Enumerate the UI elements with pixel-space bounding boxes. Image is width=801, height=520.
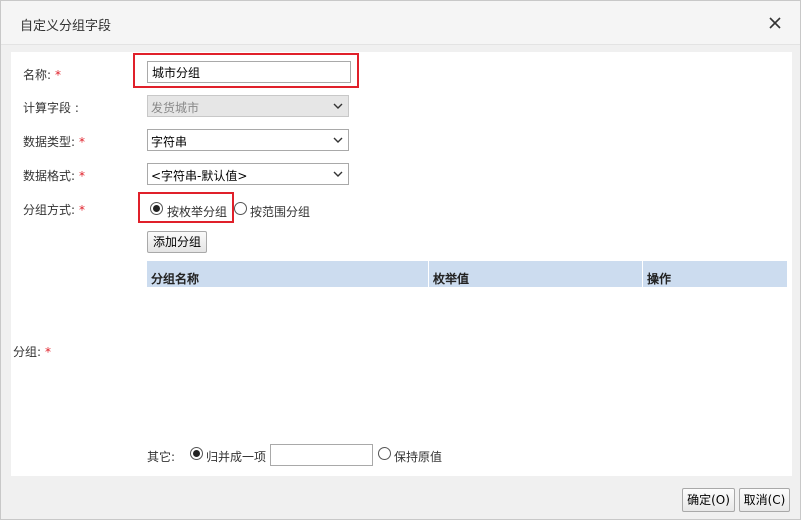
- column-divider: [642, 261, 643, 287]
- ok-button[interactable]: 确定(O): [682, 488, 735, 512]
- radio-range-group-label: 按范围分组: [250, 205, 311, 219]
- merge-name-input[interactable]: [270, 444, 373, 466]
- data-type-label: 数据类型: *: [23, 135, 86, 149]
- other-label: 其它:: [147, 450, 176, 464]
- name-input[interactable]: [147, 61, 351, 83]
- radio-keep-original[interactable]: [378, 447, 391, 460]
- group-table-header: 分组名称 枚举值 操作: [147, 261, 787, 287]
- calc-field-value: 发货城市: [151, 101, 200, 115]
- data-type-value: 字符串: [151, 135, 188, 149]
- radio-merge-one-label: 归并成一项: [206, 450, 267, 464]
- chevron-down-icon: [333, 103, 343, 109]
- custom-group-field-dialog: 自定义分组字段 名称:* 计算字段 : 发货城市 数据类型:* 字符串 数据格式…: [0, 0, 801, 520]
- chevron-down-icon: [333, 137, 343, 143]
- calc-field-label: 计算字段 :: [23, 101, 79, 115]
- calc-field-select: 发货城市: [147, 95, 349, 117]
- cancel-button[interactable]: 取消(C): [739, 488, 790, 512]
- radio-range-group[interactable]: [234, 202, 247, 215]
- add-group-button[interactable]: 添加分组: [147, 231, 207, 253]
- radio-merge-one[interactable]: [190, 447, 203, 460]
- chevron-down-icon: [333, 171, 343, 177]
- radio-enum-group[interactable]: [150, 202, 163, 215]
- name-label: 名称: *: [23, 68, 62, 82]
- close-icon[interactable]: [765, 13, 785, 33]
- dialog-title: 自定义分组字段: [20, 19, 112, 34]
- data-type-select[interactable]: 字符串: [147, 129, 349, 151]
- data-format-label: 数据格式: *: [23, 169, 86, 183]
- group-label: 分组: *: [13, 345, 52, 359]
- column-group-name: 分组名称: [151, 272, 200, 286]
- column-enum-value: 枚举值: [433, 272, 470, 286]
- data-format-value: <字符串-默认值>: [151, 169, 248, 183]
- data-format-select[interactable]: <字符串-默认值>: [147, 163, 349, 185]
- radio-enum-group-label: 按枚举分组: [167, 205, 228, 219]
- dialog-content: 名称:* 计算字段 : 发货城市 数据类型:* 字符串 数据格式:* <字符串-…: [11, 52, 792, 476]
- radio-keep-original-label: 保持原值: [394, 450, 443, 464]
- dialog-titlebar: 自定义分组字段: [1, 1, 800, 45]
- group-method-label: 分组方式: *: [23, 203, 86, 217]
- column-action: 操作: [647, 272, 672, 286]
- column-divider: [428, 261, 429, 287]
